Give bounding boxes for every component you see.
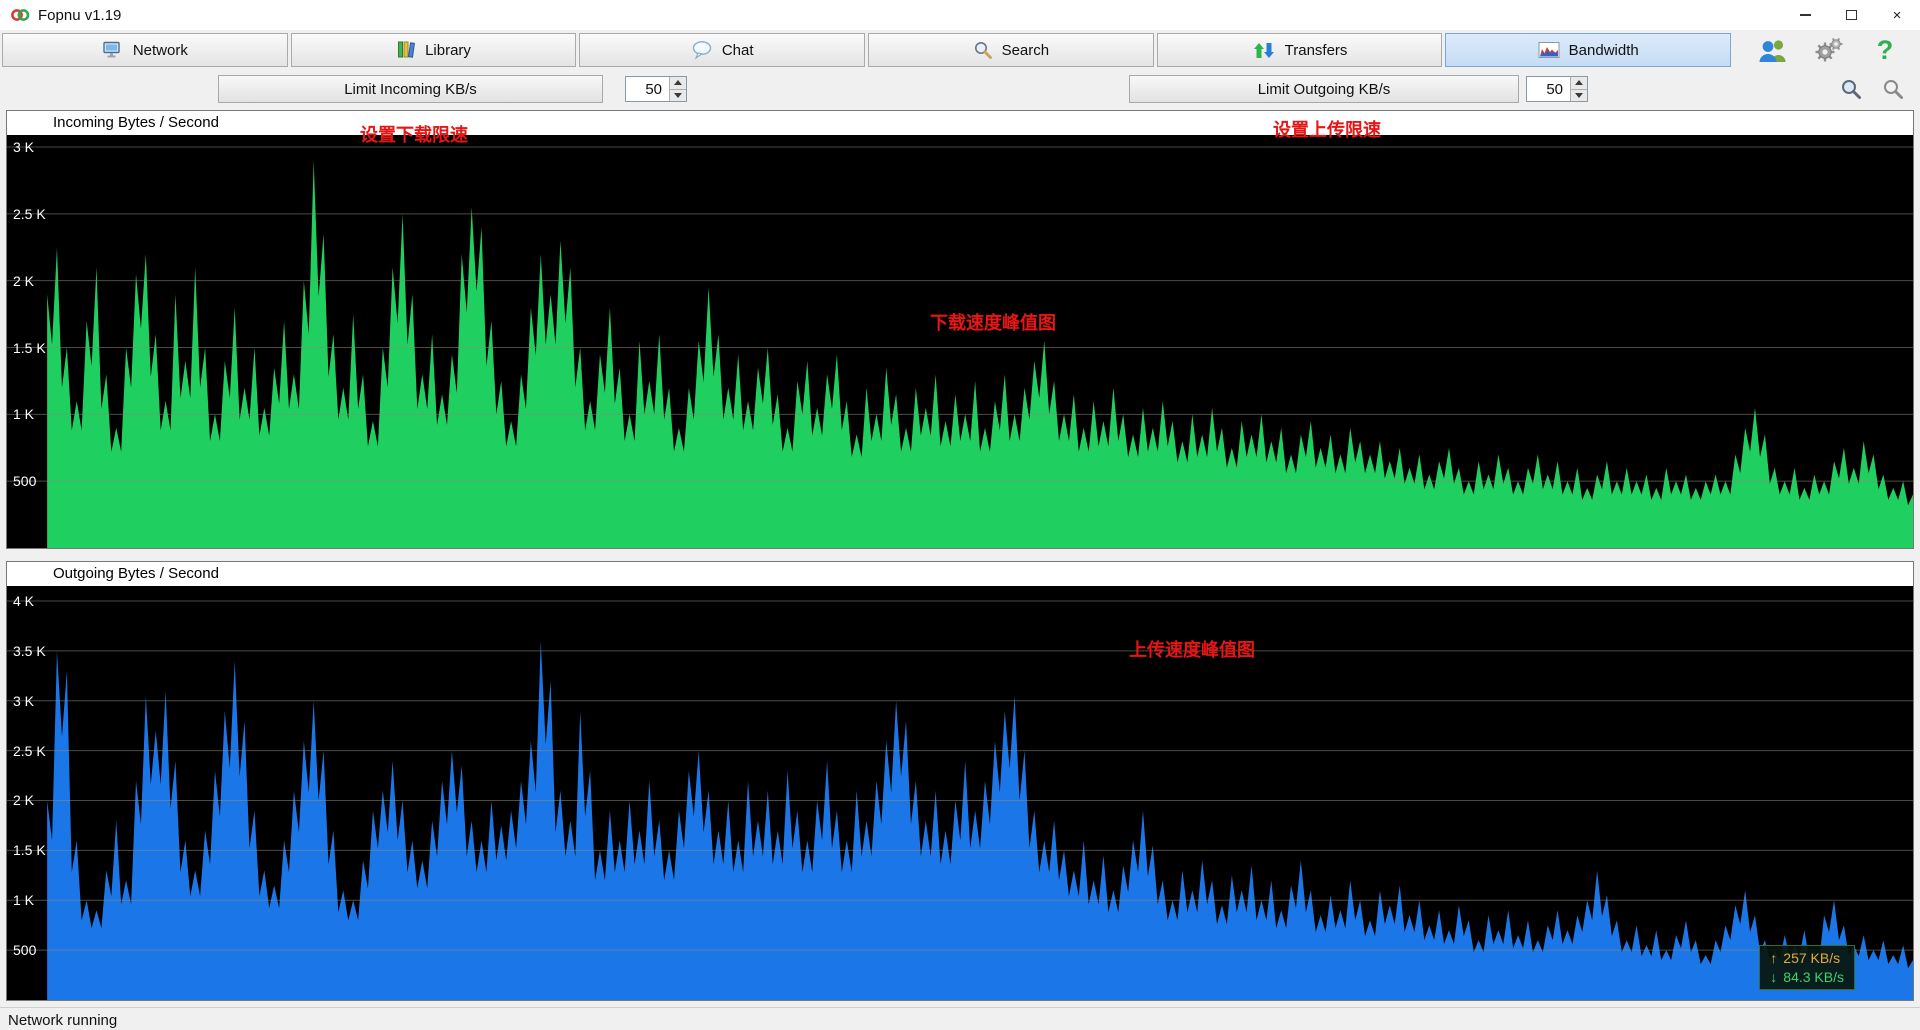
outgoing-chart-title: Outgoing Bytes / Second xyxy=(7,562,1913,586)
tab-transfers-label: Transfers xyxy=(1285,42,1348,59)
outgoing-chart-panel: Outgoing Bytes / Second ↑ 257 KB/s ↓ 84.… xyxy=(6,561,1914,1001)
tab-search-label: Search xyxy=(1002,42,1050,59)
tab-transfers[interactable]: Transfers xyxy=(1157,33,1443,67)
annotation-upload-peak-chart: 上传速度峰值图 xyxy=(1129,636,1255,662)
limits-toolbar: Limit Incoming KB/s Limit Outgoing KB/s xyxy=(0,70,1920,108)
download-arrow-icon: ↓ xyxy=(1770,969,1777,985)
users-button[interactable] xyxy=(1752,33,1794,67)
incoming-spinner-arrows xyxy=(669,77,686,101)
outgoing-spin-down-button[interactable] xyxy=(1570,89,1587,102)
annotation-set-download-limit: 设置下载限速 xyxy=(360,121,468,147)
incoming-area-chart xyxy=(7,135,1913,548)
y-axis-tick-label: 1.5 K xyxy=(13,340,46,356)
y-axis-tick-label: 500 xyxy=(13,473,36,489)
outgoing-area-chart xyxy=(7,586,1913,1000)
close-button[interactable]: × xyxy=(1874,0,1920,30)
help-icon: ? xyxy=(1877,37,1894,64)
y-axis-tick-label: 1 K xyxy=(13,406,34,422)
limit-incoming-spinner xyxy=(625,76,687,102)
incoming-spin-up-button[interactable] xyxy=(669,77,686,89)
outgoing-chart-plot: ↑ 257 KB/s ↓ 84.3 KB/s 4 K 3.5 K 3 K 2.5 K 2… xyxy=(7,586,1913,1000)
y-axis-tick-label: 3 K xyxy=(13,139,34,155)
tab-network-label: Network xyxy=(133,42,188,59)
maximize-icon xyxy=(1846,10,1857,20)
incoming-spin-down-button[interactable] xyxy=(669,89,686,102)
magnifier-icon xyxy=(1881,77,1905,101)
tab-chat[interactable]: Chat xyxy=(579,33,865,67)
tab-search[interactable]: Search xyxy=(868,33,1154,67)
settings-gear-icon xyxy=(1814,35,1844,65)
incoming-chart-title: Incoming Bytes / Second xyxy=(7,111,1913,135)
help-button[interactable]: ? xyxy=(1864,33,1906,67)
upload-speed-value: 257 KB/s xyxy=(1783,950,1840,966)
minimize-button[interactable] xyxy=(1782,0,1828,30)
y-axis-tick-label: 500 xyxy=(13,942,36,958)
download-speed-row: ↓ 84.3 KB/s xyxy=(1770,969,1844,985)
chat-bubble-icon xyxy=(691,40,713,60)
down-arrow-icon xyxy=(674,93,682,98)
title-bar: Fopnu v1.19 × xyxy=(0,0,1920,30)
status-text: Network running xyxy=(8,1012,117,1029)
current-speeds-overlay: ↑ 257 KB/s ↓ 84.3 KB/s xyxy=(1759,945,1855,990)
limit-outgoing-button[interactable]: Limit Outgoing KB/s xyxy=(1129,75,1519,103)
search-icon xyxy=(973,40,993,60)
fopnu-logo-icon xyxy=(10,5,30,25)
main-toolbar: Network Library Chat Search xyxy=(0,30,1920,70)
upload-arrow-icon: ↑ xyxy=(1770,950,1777,966)
y-axis-tick-label: 2.5 K xyxy=(13,206,46,222)
tab-chat-label: Chat xyxy=(722,42,754,59)
network-icon xyxy=(102,41,124,59)
zoom-in-button[interactable] xyxy=(1836,74,1866,104)
annotation-download-peak-chart: 下载速度峰值图 xyxy=(930,309,1056,335)
tab-bandwidth-label: Bandwidth xyxy=(1569,42,1639,59)
maximize-button[interactable] xyxy=(1828,0,1874,30)
y-axis-tick-label: 3.5 K xyxy=(13,643,46,659)
y-axis-tick-label: 2 K xyxy=(13,273,34,289)
y-axis-tick-label: 4 K xyxy=(13,593,34,609)
window-title: Fopnu v1.19 xyxy=(38,7,121,24)
toolbar-icon-group: ? xyxy=(1734,33,1914,67)
magnifier-icon xyxy=(1839,77,1863,101)
window-controls: × xyxy=(1782,0,1920,30)
down-arrow-icon xyxy=(1575,93,1583,98)
panel-gap xyxy=(0,549,1920,561)
y-axis-tick-label: 1 K xyxy=(13,892,34,908)
status-bar: Network running xyxy=(0,1007,1920,1030)
up-arrow-icon xyxy=(1575,80,1583,85)
y-axis-tick-label: 2.5 K xyxy=(13,743,46,759)
y-axis-tick-label: 1.5 K xyxy=(13,842,46,858)
incoming-chart-plot: 3 K 2.5 K 2 K 1.5 K 1 K 500 xyxy=(7,135,1913,548)
app-window: Fopnu v1.19 × Network Library xyxy=(0,0,1920,1030)
tab-library-label: Library xyxy=(425,42,471,59)
limit-incoming-button[interactable]: Limit Incoming KB/s xyxy=(218,75,603,103)
settings-button[interactable] xyxy=(1808,33,1850,67)
up-arrow-icon xyxy=(674,80,682,85)
upload-speed-row: ↑ 257 KB/s xyxy=(1770,950,1844,966)
transfers-arrows-icon xyxy=(1252,41,1276,60)
outgoing-spinner-arrows xyxy=(1570,77,1587,101)
minimize-icon xyxy=(1800,14,1811,16)
y-axis-tick-label: 2 K xyxy=(13,792,34,808)
tab-network[interactable]: Network xyxy=(2,33,288,67)
users-icon xyxy=(1757,37,1789,63)
outgoing-spin-up-button[interactable] xyxy=(1570,77,1587,89)
tab-library[interactable]: Library xyxy=(291,33,577,67)
limit-outgoing-spinner xyxy=(1526,76,1588,102)
annotation-set-upload-limit: 设置上传限速 xyxy=(1273,116,1381,142)
download-speed-value: 84.3 KB/s xyxy=(1783,969,1844,985)
tab-bandwidth[interactable]: Bandwidth xyxy=(1445,33,1731,67)
bandwidth-chart-icon xyxy=(1538,41,1560,59)
zoom-out-button[interactable] xyxy=(1878,74,1908,104)
y-axis-tick-label: 3 K xyxy=(13,693,34,709)
library-icon xyxy=(396,40,416,60)
